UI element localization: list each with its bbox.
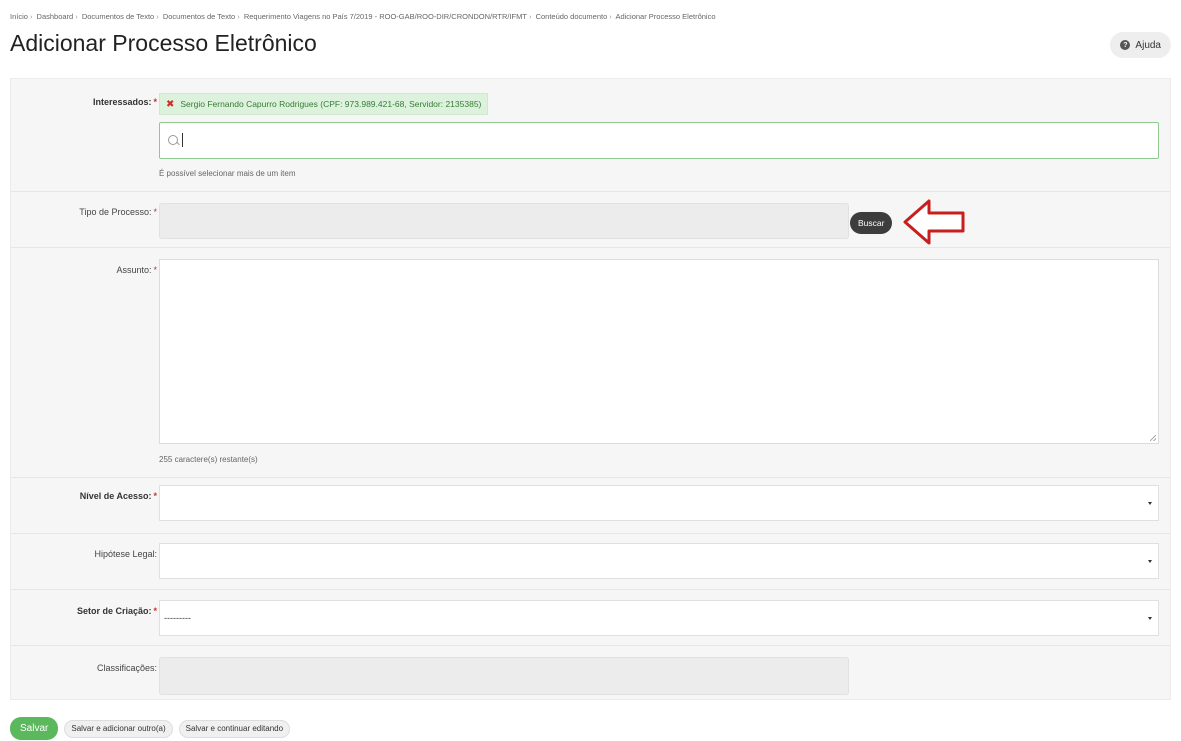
breadcrumb-item-dashboard[interactable]: Dashboard [37,12,74,21]
breadcrumb-separator: › [609,12,612,21]
buscar-button[interactable]: Buscar [850,212,893,234]
save-and-add-button[interactable]: Salvar e adicionar outro(a) [64,719,173,738]
chevron-down-icon [1148,502,1152,505]
chevron-down-icon [1148,617,1152,620]
breadcrumb-item-requerimento[interactable]: Requerimento Viagens no País 7/2019 - RO… [244,12,527,21]
help-button[interactable]: ? Ajuda [1110,32,1171,58]
setor-criacao-value: --------- [164,613,191,623]
assunto-label: Assunto: * [116,265,157,275]
row-interessados: Interessados: * ✖ Sergio Fernando Capurro… [11,79,1170,192]
breadcrumb-separator: › [237,12,240,21]
remove-icon[interactable]: ✖ [166,99,174,110]
help-icon: ? [1120,40,1131,50]
chevron-down-icon [1148,560,1152,563]
hipotese-legal-select[interactable] [159,543,1159,579]
interessados-label: Interessados: * [92,97,157,107]
tipo-processo-field[interactable] [159,203,849,239]
page-title: Adicionar Processo Eletrônico [10,30,317,56]
selected-interessado-chip: ✖ Sergio Fernando Capurro Rodrigues (CPF… [159,93,489,115]
nivel-acesso-label: Nível de Acesso: * [79,491,157,501]
interessados-hint: É possível selecionar mais de um item [159,169,296,178]
assunto-char-counter: 255 caractere(s) restante(s) [159,455,258,464]
interessados-search-input[interactable] [159,122,1159,159]
setor-criacao-label: Setor de Criação: * [76,606,157,616]
help-button-label: Ajuda [1135,39,1161,51]
resize-handle[interactable] [1150,435,1156,441]
assunto-textarea[interactable] [159,259,1159,444]
breadcrumb-separator: › [528,12,532,21]
form-actions: Salvar Salvar e adicionar outro(a) Salva… [10,717,291,740]
save-button[interactable]: Salvar [10,717,59,740]
breadcrumb-item-inicio[interactable]: Início [10,12,28,21]
nivel-acesso-select[interactable] [159,485,1159,521]
classificacoes-label: Classificações: [96,663,157,673]
text-cursor [182,133,183,147]
tipo-processo-label: Tipo de Processo: * [79,207,157,217]
breadcrumb-item-documentos-2[interactable]: Documentos de Texto [163,12,235,21]
breadcrumb-item-conteudo[interactable]: Conteúdo documento [536,12,608,21]
breadcrumb-separator: › [75,12,78,21]
classificacoes-field[interactable] [159,657,849,695]
chip-label: Sergio Fernando Capurro Rodrigues (CPF: … [180,99,482,109]
breadcrumb-separator: › [29,12,33,21]
breadcrumb: Início › Dashboard › Documentos de Texto › … [10,12,716,21]
breadcrumb-separator: › [156,12,159,21]
breadcrumb-item-current: Adicionar Processo Eletrônico [615,12,716,21]
breadcrumb-item-documentos[interactable]: Documentos de Texto [82,12,154,21]
setor-criacao-select[interactable]: --------- [159,600,1159,636]
search-icon [168,135,178,145]
arrow-left-icon [903,199,965,245]
save-and-continue-button[interactable]: Salvar e continuar editando [178,719,291,738]
hipotese-legal-label: Hipótese Legal: [94,549,157,559]
form-panel: Interessados: * ✖ Sergio Fernando Capurro… [10,78,1171,700]
